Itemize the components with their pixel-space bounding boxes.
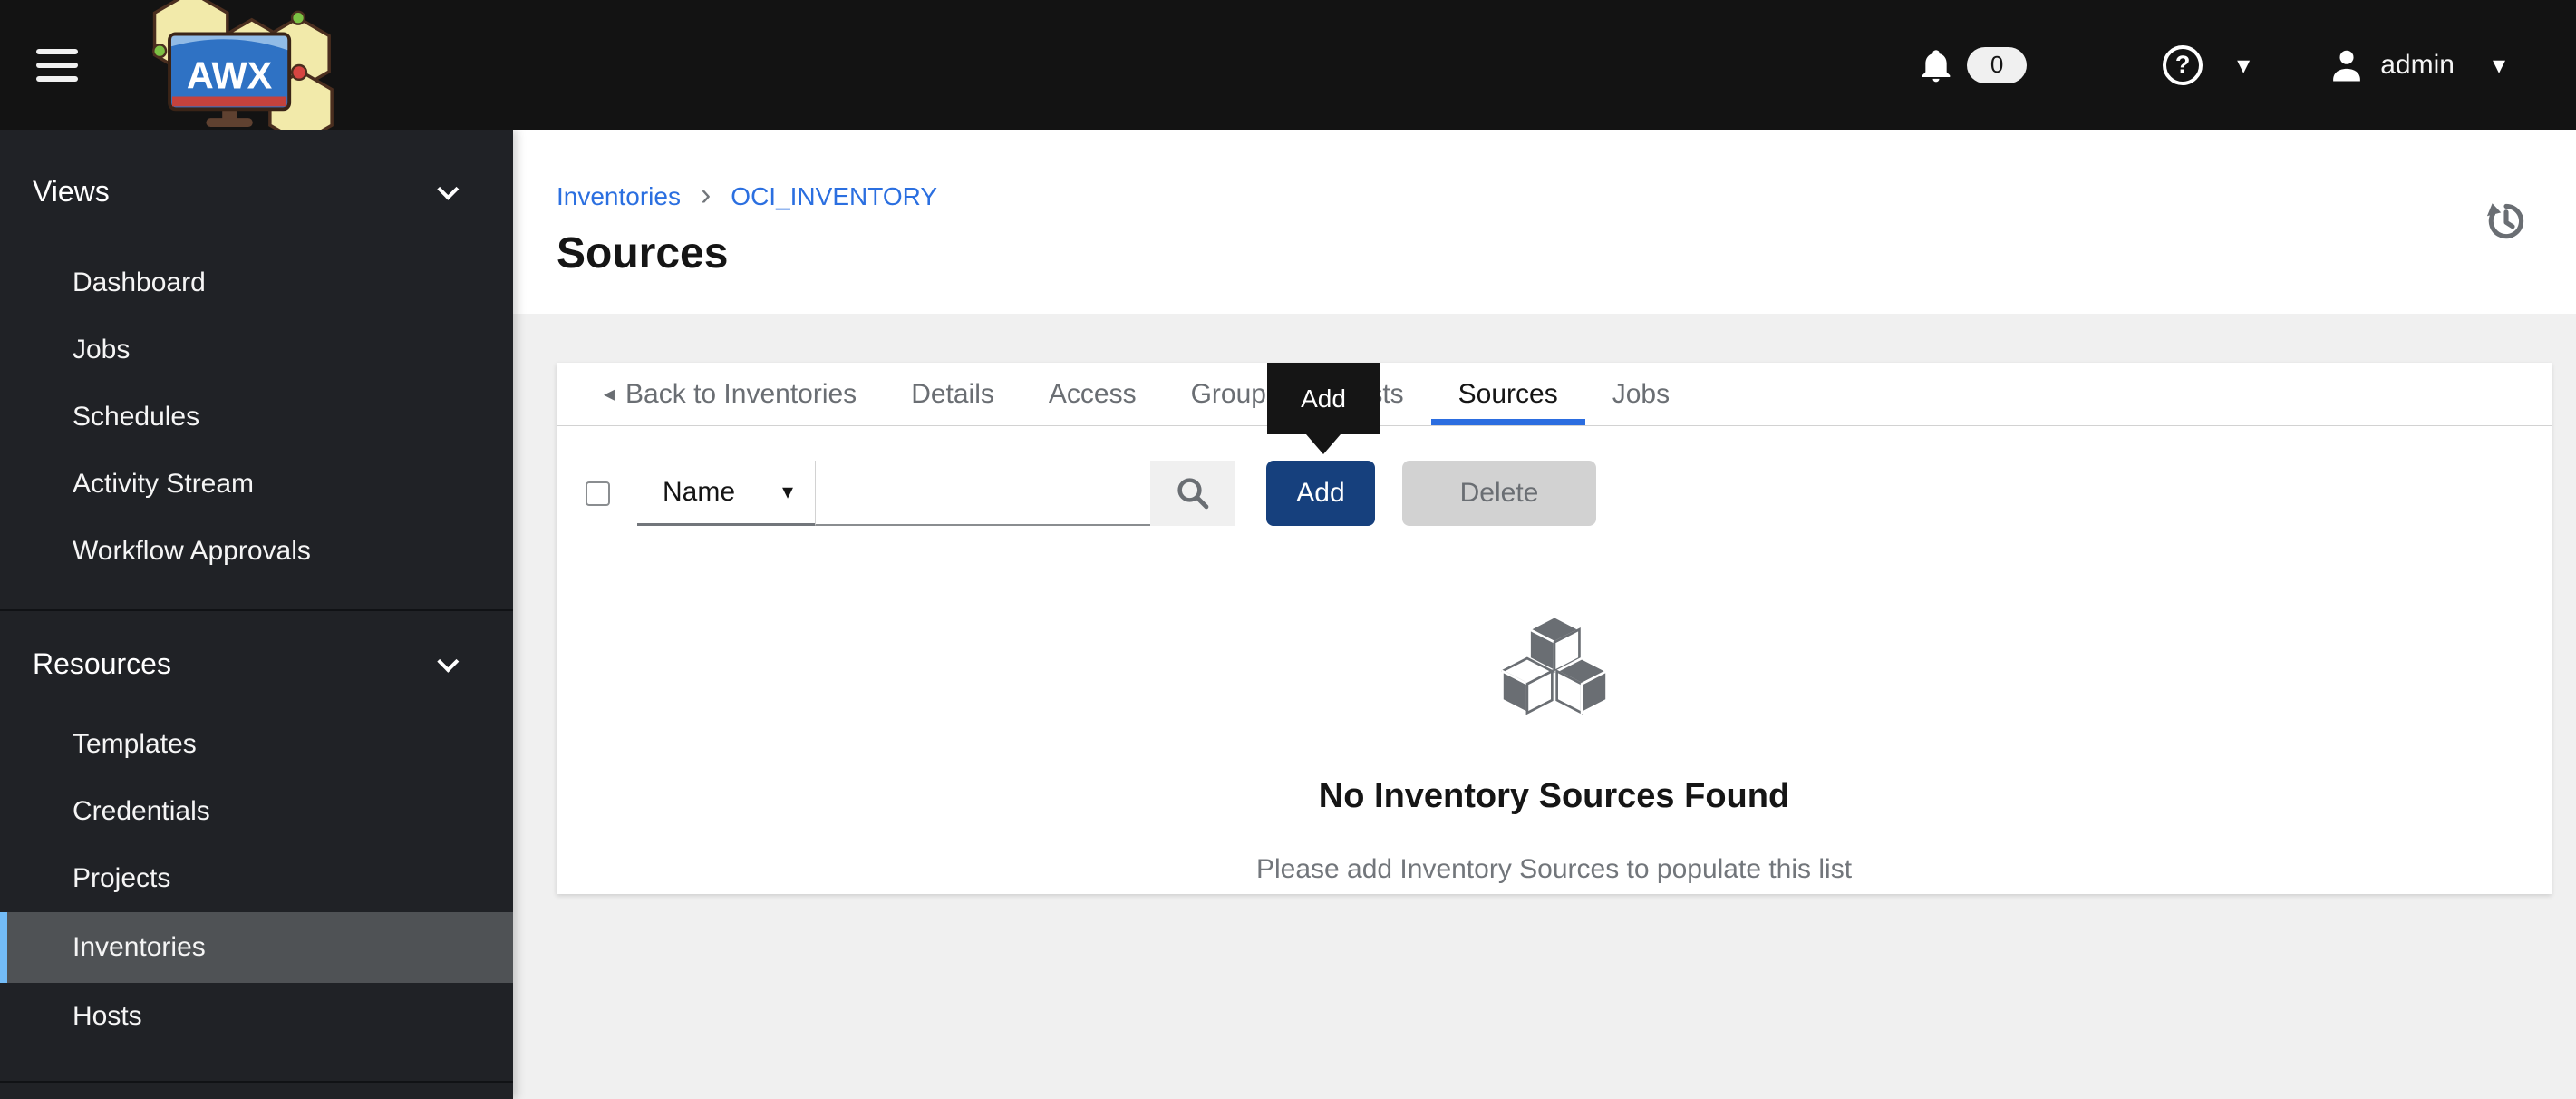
breadcrumb-link-oci-inventory[interactable]: OCI_INVENTORY: [731, 182, 937, 211]
notifications-button[interactable]: [1918, 45, 1954, 85]
sidebar-item-schedules[interactable]: Schedules: [0, 384, 513, 451]
sidebar-item-hosts[interactable]: Hosts: [0, 983, 513, 1050]
back-arrow-icon: ◂: [604, 382, 615, 406]
sidebar-group-resources[interactable]: Resources: [0, 635, 513, 693]
delete-button[interactable]: Delete: [1402, 461, 1596, 526]
top-header: AWX 0 ? ▾ admin ▾: [0, 0, 2576, 130]
tab-access[interactable]: Access: [1022, 363, 1164, 425]
help-icon[interactable]: ?: [2163, 44, 2203, 85]
logo-green-dot: [152, 44, 168, 59]
sidebar-divider: [0, 609, 513, 611]
caret-down-icon: ▾: [2237, 50, 2251, 79]
select-all-checkbox[interactable]: [586, 481, 610, 506]
chevron-down-icon: [437, 178, 460, 200]
notifications-count-badge[interactable]: 0: [1967, 46, 2028, 83]
sidebar-item-inventories[interactable]: Inventories: [0, 912, 513, 983]
sidebar-item-activity-stream[interactable]: Activity Stream: [0, 451, 513, 518]
sidebar-views-list: Dashboard Jobs Schedules Activity Stream…: [0, 249, 513, 585]
search-icon: [1177, 478, 1209, 510]
nav-toggle-button[interactable]: [36, 36, 94, 94]
chevron-down-icon: [437, 650, 460, 673]
sidebar-resources-list: Templates Credentials Projects Inventori…: [0, 711, 513, 1050]
cubes-icon: [1499, 615, 1609, 715]
tab-jobs[interactable]: Jobs: [1585, 363, 1697, 425]
sidebar-divider: [0, 1081, 513, 1083]
add-button[interactable]: Add: [1266, 461, 1375, 526]
empty-state-title: No Inventory Sources Found: [1318, 777, 1790, 815]
sidebar-group-label: Resources: [33, 647, 171, 680]
chevron-right-icon: ›: [700, 178, 712, 212]
add-button-tooltip: Add: [1267, 363, 1380, 434]
sidebar-item-credentials[interactable]: Credentials: [0, 778, 513, 845]
main-content: Inventories › OCI_INVENTORY Sources ◂ Ba…: [513, 130, 2576, 1099]
page-header-band: Inventories › OCI_INVENTORY Sources: [513, 130, 2576, 314]
toolbar: Name ▾ Add Delete: [557, 461, 2552, 526]
tab-bar: ◂ Back to Inventories Details Access Gro…: [557, 363, 2552, 426]
caret-down-icon: ▾: [2492, 50, 2505, 79]
empty-state: No Inventory Sources Found Please add In…: [557, 615, 2552, 885]
logo-red-dot: [290, 63, 308, 82]
sidebar-item-dashboard[interactable]: Dashboard: [0, 249, 513, 316]
search-input[interactable]: [815, 461, 1150, 526]
sidebar-item-projects[interactable]: Projects: [0, 845, 513, 912]
activity-history-button[interactable]: [2485, 200, 2527, 245]
sidebar-group-views[interactable]: Views: [0, 162, 513, 220]
search-filter-group: Name ▾: [637, 461, 1235, 526]
help-dropdown-toggle[interactable]: ▾: [2203, 50, 2251, 79]
sidebar-item-jobs[interactable]: Jobs: [0, 316, 513, 384]
user-menu[interactable]: admin ▾: [2328, 46, 2505, 84]
tooltip-label: Add: [1301, 384, 1346, 413]
caret-down-icon: ▾: [781, 480, 793, 504]
empty-state-message: Please add Inventory Sources to populate…: [1255, 854, 1853, 884]
sidebar-group-label: Views: [33, 174, 110, 208]
tab-back-to-inventories[interactable]: ◂ Back to Inventories: [576, 363, 884, 425]
page-title: Sources: [557, 229, 729, 277]
sidebar-nav: Views Dashboard Jobs Schedules Activity …: [0, 130, 513, 1099]
tab-details[interactable]: Details: [884, 363, 1022, 425]
tab-sources[interactable]: Sources: [1431, 363, 1585, 425]
search-button[interactable]: [1150, 461, 1235, 526]
logo-green-dot: [290, 10, 306, 25]
header-actions: 0 ? ▾ admin ▾: [1918, 44, 2505, 85]
history-icon: [2486, 203, 2524, 239]
sources-card: ◂ Back to Inventories Details Access Gro…: [557, 363, 2552, 894]
sidebar-item-templates[interactable]: Templates: [0, 711, 513, 778]
user-icon: [2333, 50, 2361, 81]
username-label: admin: [2380, 49, 2455, 80]
sidebar-item-workflow-approvals[interactable]: Workflow Approvals: [0, 518, 513, 585]
breadcrumb-link-inventories[interactable]: Inventories: [557, 182, 681, 211]
filter-attribute-select[interactable]: Name ▾: [637, 461, 815, 526]
awx-logo-image: AWX: [152, 0, 334, 130]
awx-logo[interactable]: AWX: [131, 0, 341, 130]
bell-icon: [1922, 49, 1951, 82]
logo-text: AWX: [187, 55, 273, 97]
filter-attribute-value: Name: [663, 476, 736, 507]
breadcrumb: Inventories › OCI_INVENTORY: [557, 180, 2576, 214]
